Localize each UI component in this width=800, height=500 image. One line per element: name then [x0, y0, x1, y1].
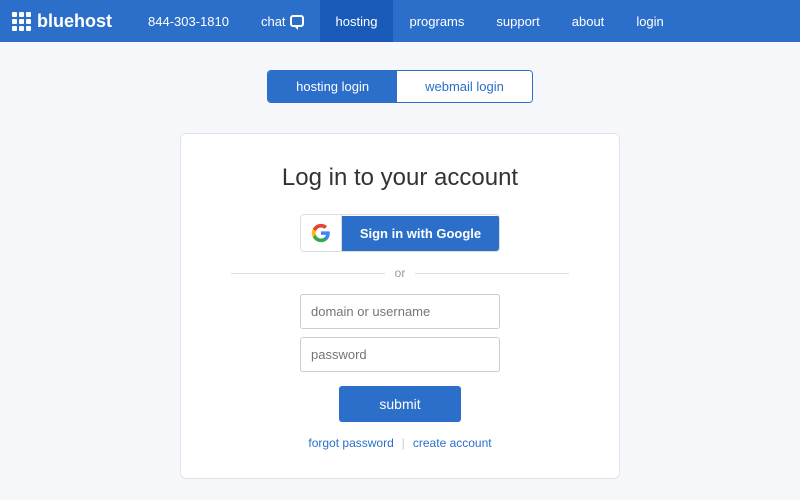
google-g-svg — [311, 223, 331, 243]
google-icon — [301, 215, 342, 251]
create-account-link[interactable]: create account — [413, 436, 492, 450]
nav-item-chat[interactable]: chat — [245, 0, 320, 42]
password-input[interactable] — [300, 337, 500, 372]
nav-item-hosting[interactable]: hosting — [320, 0, 394, 42]
main-nav: bluehost 844-303-1810 chat hosting progr… — [0, 0, 800, 42]
nav-item-support[interactable]: support — [480, 0, 555, 42]
bottom-links: forgot password | create account — [308, 436, 491, 450]
logo[interactable]: bluehost — [12, 11, 112, 32]
login-tabs: hosting login webmail login — [267, 70, 533, 103]
nav-item-about[interactable]: about — [556, 0, 621, 42]
nav-item-login[interactable]: login — [620, 0, 679, 42]
sign-in-google-button[interactable]: Sign in with Google — [300, 214, 500, 252]
main-content: hosting login webmail login Log in to yo… — [0, 42, 800, 500]
logo-grid-icon — [12, 12, 31, 31]
form-title: Log in to your account — [282, 164, 518, 192]
link-divider: | — [402, 436, 405, 450]
or-text: or — [385, 266, 416, 280]
login-form-container: Log in to your account Sign in with Goog… — [180, 133, 620, 479]
or-line-right — [415, 273, 569, 274]
nav-items: 844-303-1810 chat hosting programs suppo… — [132, 0, 788, 42]
nav-item-programs[interactable]: programs — [393, 0, 480, 42]
chat-bubble-icon — [290, 15, 304, 27]
tab-hosting-login[interactable]: hosting login — [268, 71, 397, 102]
nav-phone[interactable]: 844-303-1810 — [132, 0, 245, 42]
forgot-password-link[interactable]: forgot password — [308, 436, 393, 450]
submit-button[interactable]: submit — [339, 386, 460, 422]
or-divider: or — [231, 266, 569, 280]
tab-webmail-login[interactable]: webmail login — [397, 71, 532, 102]
username-input[interactable] — [300, 294, 500, 329]
google-btn-label: Sign in with Google — [342, 216, 499, 251]
logo-text: bluehost — [37, 11, 112, 32]
or-line-left — [231, 273, 385, 274]
